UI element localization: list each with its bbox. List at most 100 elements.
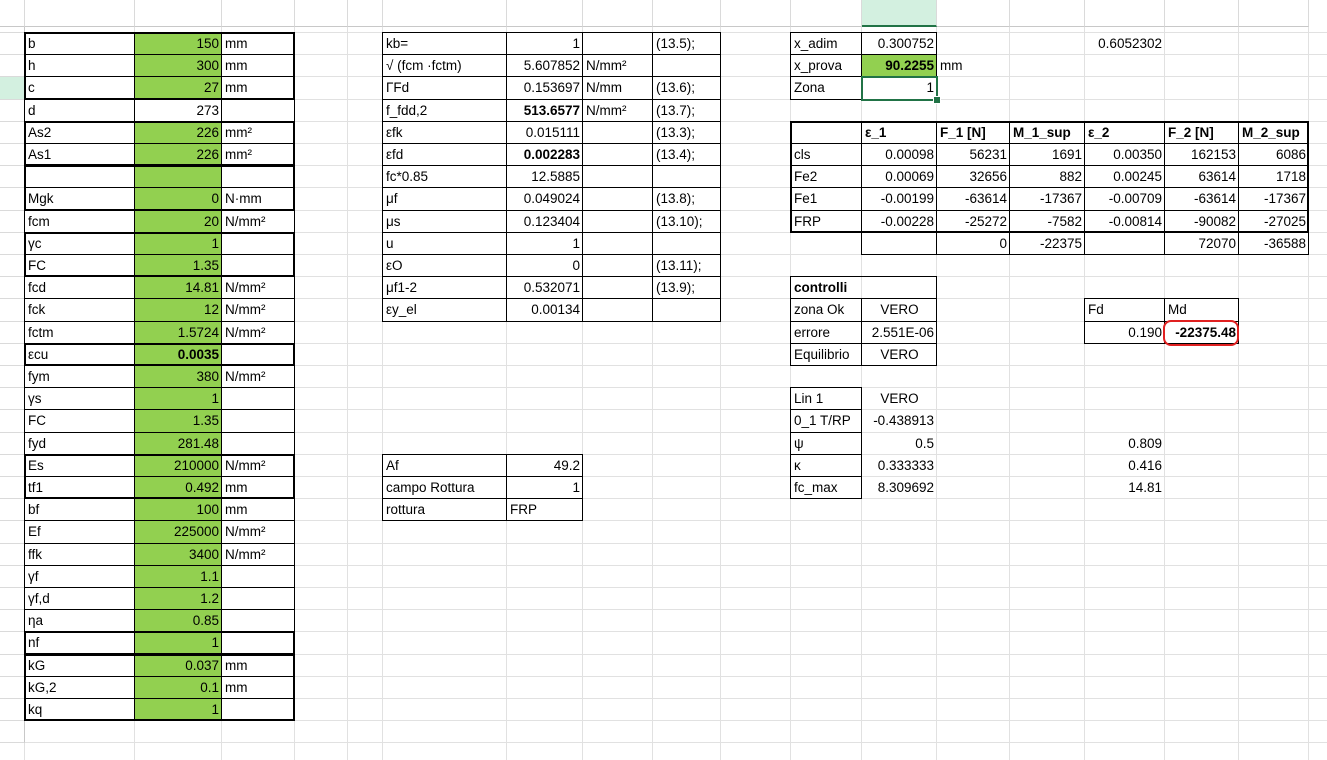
- cell-c30[interactable]: mm: [222, 655, 295, 677]
- cell-n6[interactable]: M_1_sup: [1010, 122, 1085, 144]
- cell-i7[interactable]: (13.4);: [653, 144, 721, 166]
- cell-k13[interactable]: controlli: [791, 277, 862, 299]
- cell-o10[interactable]: -0.00814: [1085, 211, 1165, 233]
- cell-a14[interactable]: fck: [25, 299, 135, 321]
- cell-g7[interactable]: 0.002283: [507, 144, 583, 166]
- cell-b9[interactable]: 0: [135, 188, 222, 210]
- cell-b4[interactable]: 27: [135, 77, 222, 99]
- cell-k22[interactable]: fc_max: [791, 477, 862, 499]
- cell-b16[interactable]: 0.0035: [135, 344, 222, 366]
- cell-a31[interactable]: kG,2: [25, 677, 135, 699]
- cell-f6[interactable]: εfk: [383, 122, 507, 144]
- column-header-i[interactable]: [653, 0, 721, 27]
- cell-b24[interactable]: 225000: [135, 521, 222, 543]
- column-header-c[interactable]: [222, 0, 295, 27]
- cell-c13[interactable]: N/mm²: [222, 277, 295, 299]
- cell-o14[interactable]: Fd: [1085, 299, 1165, 321]
- cell-g3[interactable]: 5.607852: [507, 55, 583, 77]
- cell-f2[interactable]: kb=: [383, 33, 507, 55]
- cell-a30[interactable]: kG: [25, 655, 135, 677]
- cell-f22[interactable]: campo Rottura: [383, 477, 507, 499]
- cell-l9[interactable]: -0.00199: [862, 188, 937, 210]
- cell-g22[interactable]: 1: [507, 477, 583, 499]
- cell-q7[interactable]: 6086: [1239, 144, 1309, 166]
- column-header-n[interactable]: [1010, 0, 1085, 27]
- cell-a23[interactable]: bf: [25, 499, 135, 521]
- cell-a4[interactable]: c: [25, 77, 135, 99]
- cell-g2[interactable]: 1: [507, 33, 583, 55]
- row-header-4[interactable]: [0, 77, 25, 100]
- cell-c25[interactable]: N/mm²: [222, 544, 295, 566]
- spreadsheet-grid[interactable]: b 150 mm h 300 mm c 27 mm d 273 As2 226 mm² As1 226 mm² M…: [0, 0, 1327, 760]
- cell-l22[interactable]: 8.309692: [862, 477, 937, 499]
- cell-n7[interactable]: 1691: [1010, 144, 1085, 166]
- cell-a16[interactable]: εcu: [25, 344, 135, 366]
- cell-q6[interactable]: M_2_sup: [1239, 122, 1309, 144]
- cell-a5[interactable]: d: [25, 100, 135, 122]
- cell-g4[interactable]: 0.153697: [507, 77, 583, 99]
- row-header-9[interactable]: [0, 188, 25, 211]
- cell-m6[interactable]: F_1 [N]: [937, 122, 1010, 144]
- cell-a10[interactable]: fcm: [25, 211, 135, 233]
- cell-k9[interactable]: Fe1: [791, 188, 862, 210]
- cell-a21[interactable]: Es: [25, 455, 135, 477]
- cell-i12[interactable]: (13.11);: [653, 255, 721, 277]
- row-header-31[interactable]: [0, 676, 25, 699]
- row-header-6[interactable]: [0, 121, 25, 144]
- cell-p8[interactable]: 63614: [1165, 166, 1239, 188]
- cell-g23[interactable]: FRP: [507, 499, 583, 521]
- row-header-18[interactable]: [0, 388, 25, 411]
- cell-l7[interactable]: 0.00098: [862, 144, 937, 166]
- row-header-28[interactable]: [0, 610, 25, 633]
- cell-o9[interactable]: -0.00709: [1085, 188, 1165, 210]
- cell-q9[interactable]: -17367: [1239, 188, 1309, 210]
- cell-i5[interactable]: (13.7);: [653, 100, 721, 122]
- cell-k15[interactable]: errore: [791, 322, 862, 344]
- cell-b15[interactable]: 1.5724: [135, 322, 222, 344]
- row-header-22[interactable]: [0, 477, 25, 500]
- cell-b5[interactable]: 273: [135, 100, 222, 122]
- row-header-25[interactable]: [0, 543, 25, 566]
- cell-a3[interactable]: h: [25, 55, 135, 77]
- cell-c6[interactable]: mm²: [222, 122, 295, 144]
- cell-b23[interactable]: 100: [135, 499, 222, 521]
- cell-a25[interactable]: ffk: [25, 544, 135, 566]
- column-header-j[interactable]: [721, 0, 791, 27]
- cell-f10[interactable]: μs: [383, 211, 507, 233]
- column-header-d[interactable]: [295, 0, 348, 27]
- cell-c4[interactable]: mm: [222, 77, 295, 99]
- row-header-8[interactable]: [0, 166, 25, 189]
- cell-a28[interactable]: ηa: [25, 610, 135, 632]
- cell-k7[interactable]: cls: [791, 144, 862, 166]
- column-header-a[interactable]: [25, 0, 135, 27]
- cell-q11[interactable]: -36588: [1239, 233, 1309, 255]
- cell-b13[interactable]: 14.81: [135, 277, 222, 299]
- cell-c10[interactable]: N/mm²: [222, 211, 295, 233]
- cell-b25[interactable]: 3400: [135, 544, 222, 566]
- cell-c3[interactable]: mm: [222, 55, 295, 77]
- cell-b19[interactable]: 1.35: [135, 410, 222, 432]
- cell-p14[interactable]: Md: [1165, 299, 1239, 321]
- row-header-19[interactable]: [0, 410, 25, 433]
- cell-k20[interactable]: ψ: [791, 433, 862, 455]
- select-all-corner[interactable]: [0, 0, 25, 27]
- cell-f7[interactable]: εfd: [383, 144, 507, 166]
- cell-b31[interactable]: 0.1: [135, 677, 222, 699]
- row-header-13[interactable]: [0, 277, 25, 300]
- column-header-f[interactable]: [383, 0, 507, 27]
- cell-b28[interactable]: 0.85: [135, 610, 222, 632]
- cell-l14[interactable]: VERO: [862, 299, 937, 321]
- cell-p6[interactable]: F_2 [N]: [1165, 122, 1239, 144]
- cell-a19[interactable]: FC: [25, 410, 135, 432]
- cell-a24[interactable]: Ef: [25, 521, 135, 543]
- cell-b2[interactable]: 150: [135, 33, 222, 55]
- cell-b3[interactable]: 300: [135, 55, 222, 77]
- cell-a22[interactable]: tf1: [25, 477, 135, 499]
- cell-a12[interactable]: FC: [25, 255, 135, 277]
- cell-f8[interactable]: fc*0.85: [383, 166, 507, 188]
- row-header-33[interactable]: [0, 721, 25, 744]
- cell-m8[interactable]: 32656: [937, 166, 1010, 188]
- cell-a29[interactable]: nf: [25, 632, 135, 654]
- cell-k14[interactable]: zona Ok: [791, 299, 862, 321]
- cell-f13[interactable]: μf1-2: [383, 277, 507, 299]
